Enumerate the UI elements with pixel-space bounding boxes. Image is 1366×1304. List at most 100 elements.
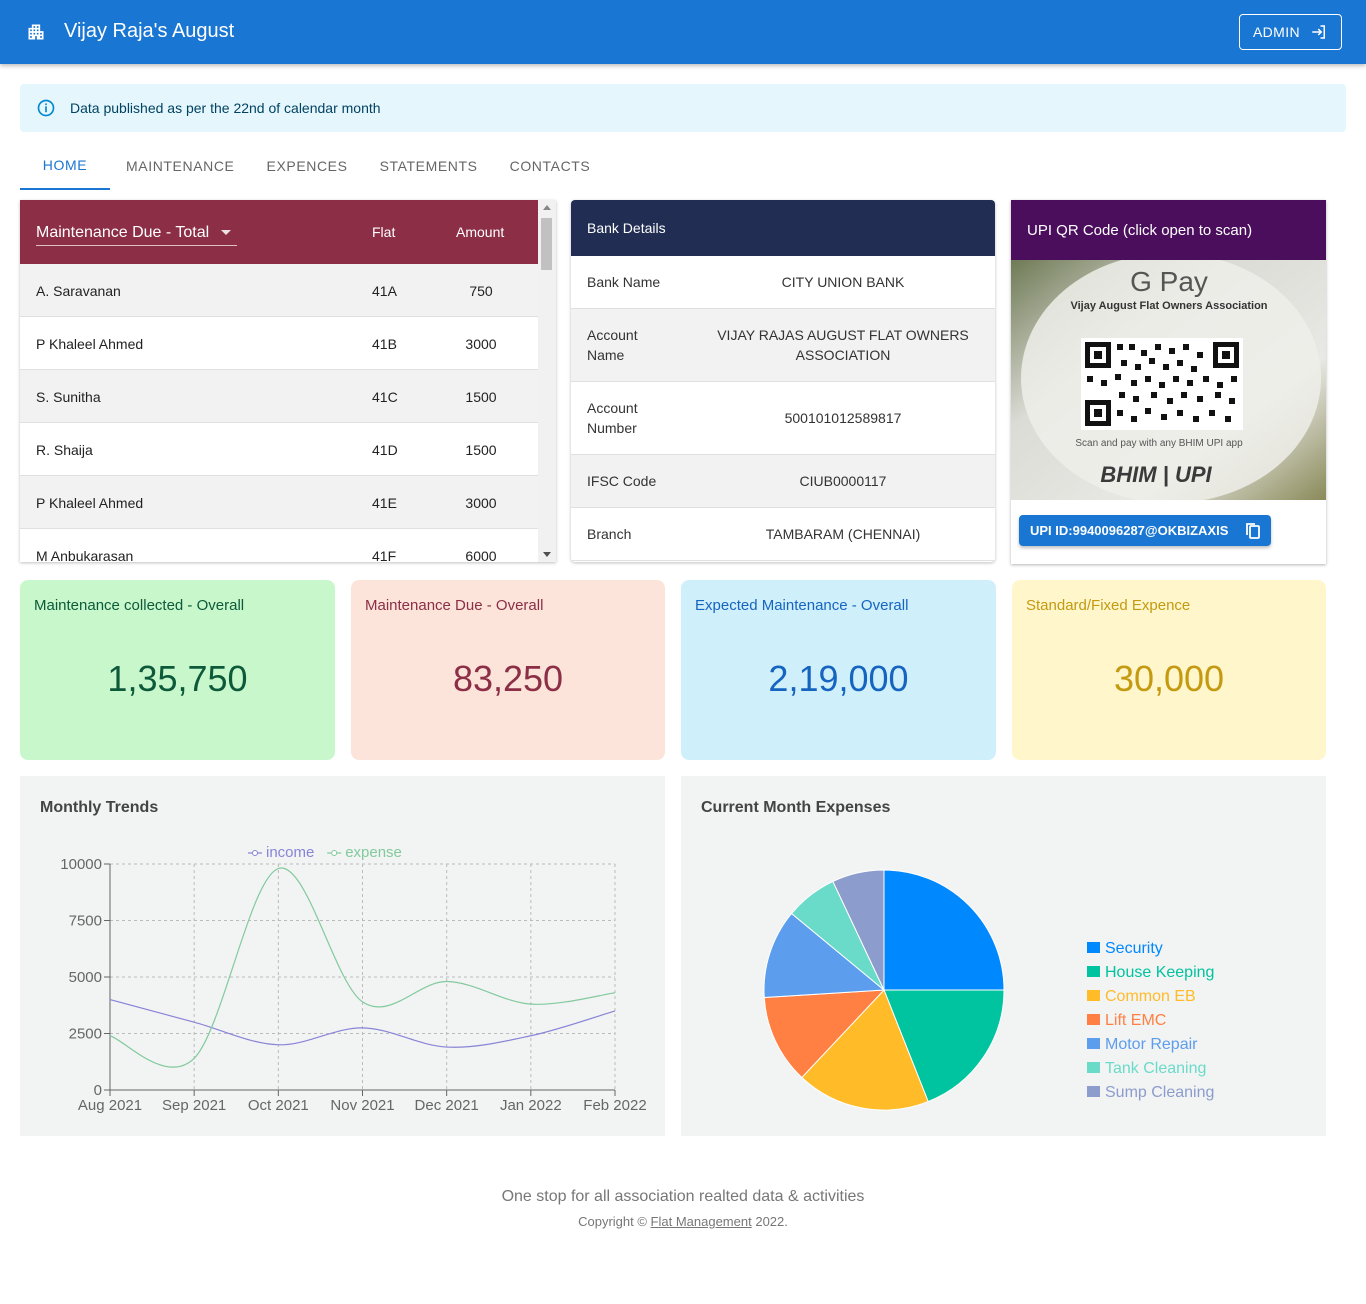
table-row: P Khaleel Ahmed 41E 3000 [20,476,538,529]
bank-row-value: CIUB0000117 [799,473,887,489]
due-type-value: Maintenance Due - Total [36,223,210,241]
bank-rows: Bank Name CITY UNION BANK Account Name VIJ… [571,256,995,561]
tab-maintenance[interactable]: MAINTENANCE [110,142,251,190]
tab-expences[interactable]: EXPENCES [251,142,364,190]
row-name: P Khaleel Ahmed [36,336,144,352]
bank-row: Account Number 500101012589817 [571,382,995,455]
qr-code-icon [1081,338,1243,430]
legend-marker-dot [331,850,338,856]
footer-tagline: One stop for all association realted dat… [501,1188,865,1205]
current-month-expenses-card: Current Month Expenses Security House Kee… [681,776,1326,1136]
legend-label: Motor Repair [1105,1036,1198,1053]
scroll-up-icon[interactable] [543,205,551,210]
info-icon [37,99,55,117]
login-icon [1312,25,1326,39]
x-tick-label: Oct 2021 [248,1097,309,1114]
due-type-select[interactable]: Maintenance Due - Total [36,220,237,246]
row-amount: 3000 [465,495,497,511]
legend-swatch [1087,1014,1100,1025]
tab-contacts[interactable]: CONTACTS [494,142,607,190]
row-name: R. Shaija [36,442,93,458]
x-tick-label: Nov 2021 [330,1097,394,1114]
scroll-down-icon[interactable] [543,552,551,557]
stat-value: 1,35,750 [107,658,248,699]
app-bar: Vijay Raja's August ADMIN [0,0,1366,64]
dropdown-arrow-icon [221,230,231,235]
bank-row-key: Bank Name [587,274,661,290]
table-row: S. Sunitha 41C 1500 [20,370,538,423]
x-tick-label: Aug 2021 [78,1097,142,1114]
legend-swatch [1087,966,1100,977]
stat-card-expected-maintenance: Expected Maintenance - Overall 2,19,000 [681,580,996,760]
copyright-text: Copyright © [578,1214,647,1229]
stat-label: Standard/Fixed Expence [1026,597,1191,614]
monthly-trends-card: Monthly Trends 0 2500 5000 7500 10000 Aug 202… [20,776,665,1136]
qr-logo: BHIM | UPI [1100,462,1212,487]
table-scrollbar[interactable] [538,200,556,562]
bank-row-key: IFSC Code [587,473,657,489]
legend-label: Security [1105,940,1163,957]
legend-swatch [1087,1062,1100,1073]
row-amount: 6000 [465,548,497,562]
admin-login-button[interactable]: ADMIN [1239,14,1342,50]
x-tick-label: Feb 2022 [583,1097,646,1114]
bank-row-value: VIJAY RAJAS AUGUST FLAT OWNERS ASSOCIATI… [717,327,969,363]
x-tick-label: Sep 2021 [162,1097,226,1114]
row-name: A. Saravanan [36,283,121,299]
upi-qr-image[interactable]: G Pay Vijay August Flat Owners Associati… [1011,260,1326,500]
info-message: Data published as per the 22nd of calend… [70,100,381,116]
legend-label: income [266,844,314,861]
stat-card-maintenance-collected: Maintenance collected - Overall 1,35,750 [20,580,335,760]
upi-id-copy-button[interactable]: UPI ID:9940096287@OKBIZAXIS [1019,515,1271,546]
upi-id-label: UPI ID:9940096287@OKBIZAXIS [1030,523,1229,538]
qr-org: Vijay August Flat Owners Association [1070,300,1267,312]
stat-card-fixed-expence: Standard/Fixed Expence 30,000 [1012,580,1326,760]
upi-card-title[interactable]: UPI QR Code (click open to scan) [1011,200,1326,260]
y-tick-label: 7500 [69,913,102,930]
qr-brand: G Pay [1130,266,1208,297]
row-name: M Anbukarasan [36,548,134,562]
tab-home[interactable]: HOME [20,142,110,190]
table-row: R. Shaija 41D 1500 [20,423,538,476]
copyright-year: 2022. [755,1214,788,1229]
upi-qr-card: UPI QR Code (click open to scan) G Pay V… [1011,200,1326,564]
table-row: A. Saravanan 41A 750 [20,264,538,317]
x-tick-label: Jan 2022 [500,1097,562,1114]
column-header-flat: Flat [372,224,396,240]
table-body: A. Saravanan 41A 750 P Khaleel Ahmed 41B 300… [20,264,538,562]
flat-management-link[interactable]: Flat Management [651,1214,752,1229]
legend-swatch [1087,1038,1100,1049]
bank-row-value: CITY UNION BANK [781,274,905,290]
copy-icon [1246,523,1260,539]
legend-label: expense [345,844,402,861]
row-flat: 41B [372,336,397,352]
row-flat: 41D [372,442,398,458]
row-name: P Khaleel Ahmed [36,495,144,511]
legend-label: Tank Cleaning [1105,1060,1206,1077]
bank-row: Branch TAMBARAM (CHENNAI) [571,508,995,561]
bank-row-key: Account Name [587,327,638,363]
legend-label: Lift EMC [1105,1012,1166,1029]
current-month-expenses-chart: Security House Keeping Common EB Lift EMC Mo… [763,869,1214,1111]
qr-caption: Scan and pay with any BHIM UPI app [1075,438,1243,449]
row-flat: 41A [372,283,397,299]
bank-row: Bank Name CITY UNION BANK [571,256,995,309]
row-flat: 41C [372,389,398,405]
tab-statements[interactable]: STATEMENTS [364,142,494,190]
bank-row-value: 500101012589817 [784,410,902,426]
scroll-thumb[interactable] [541,218,552,270]
legend-label: House Keeping [1105,964,1214,981]
building-icon [28,24,44,40]
stat-label: Maintenance Due - Overall [365,597,544,614]
bank-row: IFSC Code CIUB0000117 [571,455,995,508]
bank-row-value: TAMBARAM (CHENNAI) [765,526,921,542]
table-row: P Khaleel Ahmed 41B 3000 [20,317,538,370]
legend-swatch [1087,942,1100,953]
maintenance-due-table: Maintenance Due - Total Flat Amount A. S… [20,200,556,562]
pie-slice [883,869,1005,991]
admin-label: ADMIN [1252,24,1301,40]
footer-copyright: Copyright © Flat Management 2022. [0,1214,1366,1229]
row-amount: 1500 [465,389,497,405]
row-amount: 3000 [465,336,497,352]
bank-row-key: Account Number [587,400,638,436]
